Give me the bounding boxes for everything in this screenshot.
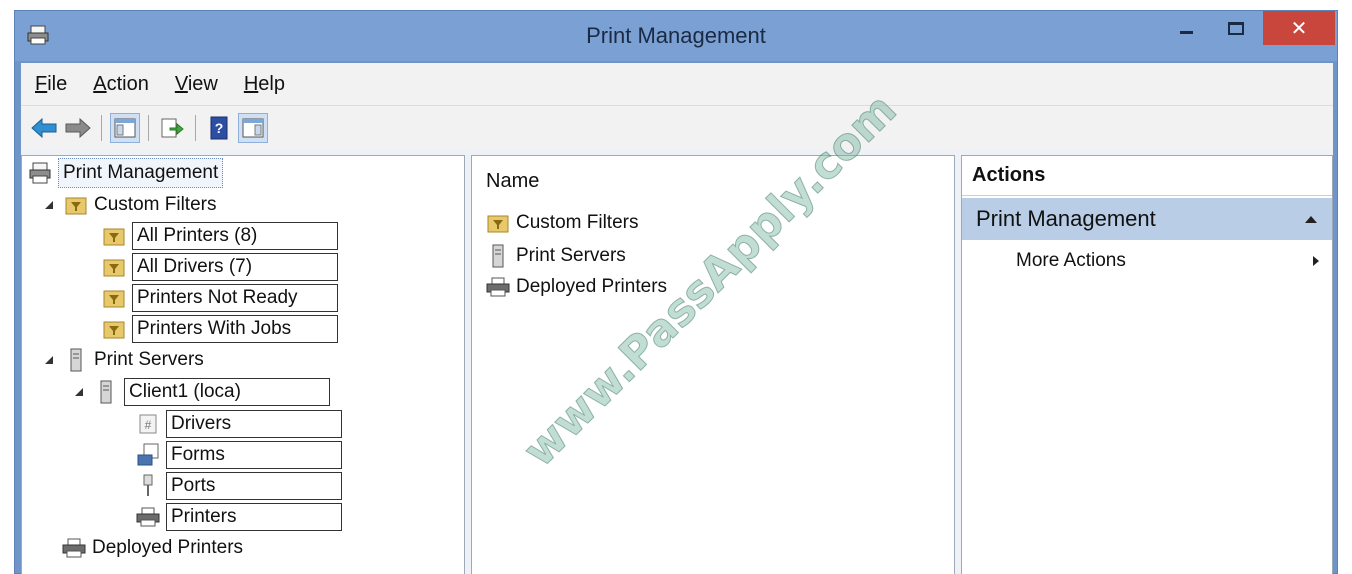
filter-folder-icon	[486, 211, 510, 235]
filter-folder-icon	[102, 317, 126, 341]
menu-file[interactable]: File	[35, 73, 67, 96]
tree-item-ports[interactable]: Ports	[136, 472, 342, 500]
minimize-icon	[1179, 30, 1193, 34]
forward-arrow-icon	[65, 117, 91, 138]
tree-label: Custom Filters	[94, 194, 217, 215]
tree-label: Print Servers	[94, 349, 204, 370]
column-header-name[interactable]: Name	[486, 170, 539, 193]
more-actions-label: More Actions	[1016, 250, 1126, 271]
tree-label: Printers Not Ready	[132, 284, 338, 312]
title-bar[interactable]: Print Management ✕	[15, 11, 1337, 61]
filter-folder-icon	[102, 255, 126, 279]
server-icon	[94, 380, 118, 404]
show-hide-action-pane-button[interactable]	[238, 112, 268, 143]
tree-item-custom-filters[interactable]: Custom Filters	[44, 191, 216, 219]
show-hide-console-tree-button[interactable]	[110, 112, 140, 143]
filter-folder-icon	[102, 224, 126, 248]
tree-label: All Drivers (7)	[132, 253, 338, 281]
print-management-window: Print Management ✕ File Action View Help…	[14, 10, 1338, 574]
expanded-arrow-icon[interactable]	[74, 387, 84, 397]
server-icon	[64, 348, 88, 372]
port-icon	[136, 474, 160, 498]
list-item[interactable]: Print Servers	[486, 241, 626, 271]
window-title: Print Management	[586, 23, 766, 48]
menu-view[interactable]: View	[175, 73, 218, 96]
tree-item-client1[interactable]: Client1 (loca)	[74, 378, 330, 406]
toolbar-separator	[195, 114, 196, 141]
export-list-icon	[161, 118, 184, 137]
filter-folder-icon	[102, 286, 126, 310]
tree-item-deployed-printers[interactable]: Deployed Printers	[62, 534, 243, 562]
back-arrow-icon	[31, 117, 57, 138]
print-management-icon	[28, 161, 52, 185]
minimize-button[interactable]	[1163, 11, 1209, 45]
server-icon	[486, 244, 510, 268]
results-pane: Name Custom Filters Print Servers Deploy…	[471, 155, 955, 574]
list-item[interactable]: Custom Filters	[486, 208, 638, 238]
tree-item-all-drivers[interactable]: All Drivers (7)	[102, 253, 338, 281]
tree-item-all-printers[interactable]: All Printers (8)	[102, 222, 338, 250]
drivers-icon: #	[136, 412, 160, 436]
expanded-arrow-icon[interactable]	[44, 355, 54, 365]
tree-label: Forms	[166, 441, 342, 469]
toolbar: ?	[21, 105, 1333, 149]
tree-item-printers-with-jobs[interactable]: Printers With Jobs	[102, 315, 338, 343]
close-icon: ✕	[1290, 17, 1308, 40]
svg-text:#: #	[145, 418, 152, 432]
forms-icon	[136, 443, 160, 467]
menu-help[interactable]: Help	[244, 73, 285, 96]
forward-button[interactable]	[63, 113, 93, 143]
list-item-label: Deployed Printers	[516, 276, 668, 297]
tree-item-print-management[interactable]: Print Management	[28, 158, 224, 188]
show-hide-action-pane-icon	[242, 118, 264, 137]
main-content: Print Management Custom Filters All Prin…	[21, 149, 1333, 574]
tree-item-printers-not-ready[interactable]: Printers Not Ready	[102, 284, 338, 312]
actions-section-print-management[interactable]: Print Management	[962, 198, 1332, 240]
toolbar-separator	[148, 114, 149, 141]
tree-label: Client1 (loca)	[124, 378, 330, 406]
console-tree-pane: Print Management Custom Filters All Prin…	[21, 155, 465, 574]
tree-item-printers[interactable]: Printers	[136, 503, 342, 531]
collapse-arrow-icon[interactable]	[1304, 214, 1318, 224]
export-list-button[interactable]	[157, 113, 187, 143]
tree-label: Ports	[166, 472, 342, 500]
list-item-label: Print Servers	[516, 245, 626, 266]
close-button[interactable]: ✕	[1263, 11, 1335, 45]
printer-icon	[136, 505, 160, 529]
tree-item-print-servers[interactable]: Print Servers	[44, 346, 204, 374]
tree-label: Drivers	[166, 410, 342, 438]
tree-label: Print Management	[58, 158, 224, 188]
actions-section-label: Print Management	[976, 206, 1156, 231]
printer-icon	[486, 275, 510, 299]
help-button[interactable]: ?	[204, 113, 234, 143]
maximize-icon	[1228, 21, 1244, 35]
printer-icon	[62, 536, 86, 560]
expanded-arrow-icon[interactable]	[44, 200, 54, 210]
tree-label: Printers With Jobs	[132, 315, 338, 343]
submenu-arrow-icon	[1313, 256, 1319, 266]
tree-label: Printers	[166, 503, 342, 531]
show-hide-console-tree-icon	[114, 118, 136, 137]
help-icon: ?	[210, 116, 228, 139]
tree-item-drivers[interactable]: # Drivers	[136, 410, 342, 438]
menu-action[interactable]: Action	[93, 73, 149, 96]
filter-folder-icon	[64, 193, 88, 217]
maximize-button[interactable]	[1213, 11, 1259, 45]
tree-label: All Printers (8)	[132, 222, 338, 250]
menu-bar: File Action View Help	[21, 63, 1333, 105]
tree-item-forms[interactable]: Forms	[136, 441, 342, 469]
list-item-label: Custom Filters	[516, 212, 639, 233]
more-actions-item[interactable]: More Actions	[1016, 250, 1320, 272]
list-item[interactable]: Deployed Printers	[486, 272, 667, 302]
tree-label: Deployed Printers	[92, 537, 244, 558]
svg-text:?: ?	[215, 120, 224, 136]
actions-title: Actions	[962, 156, 1332, 196]
toolbar-separator	[101, 114, 102, 141]
back-button[interactable]	[29, 113, 59, 143]
actions-pane: Actions Print Management More Actions	[961, 155, 1333, 574]
